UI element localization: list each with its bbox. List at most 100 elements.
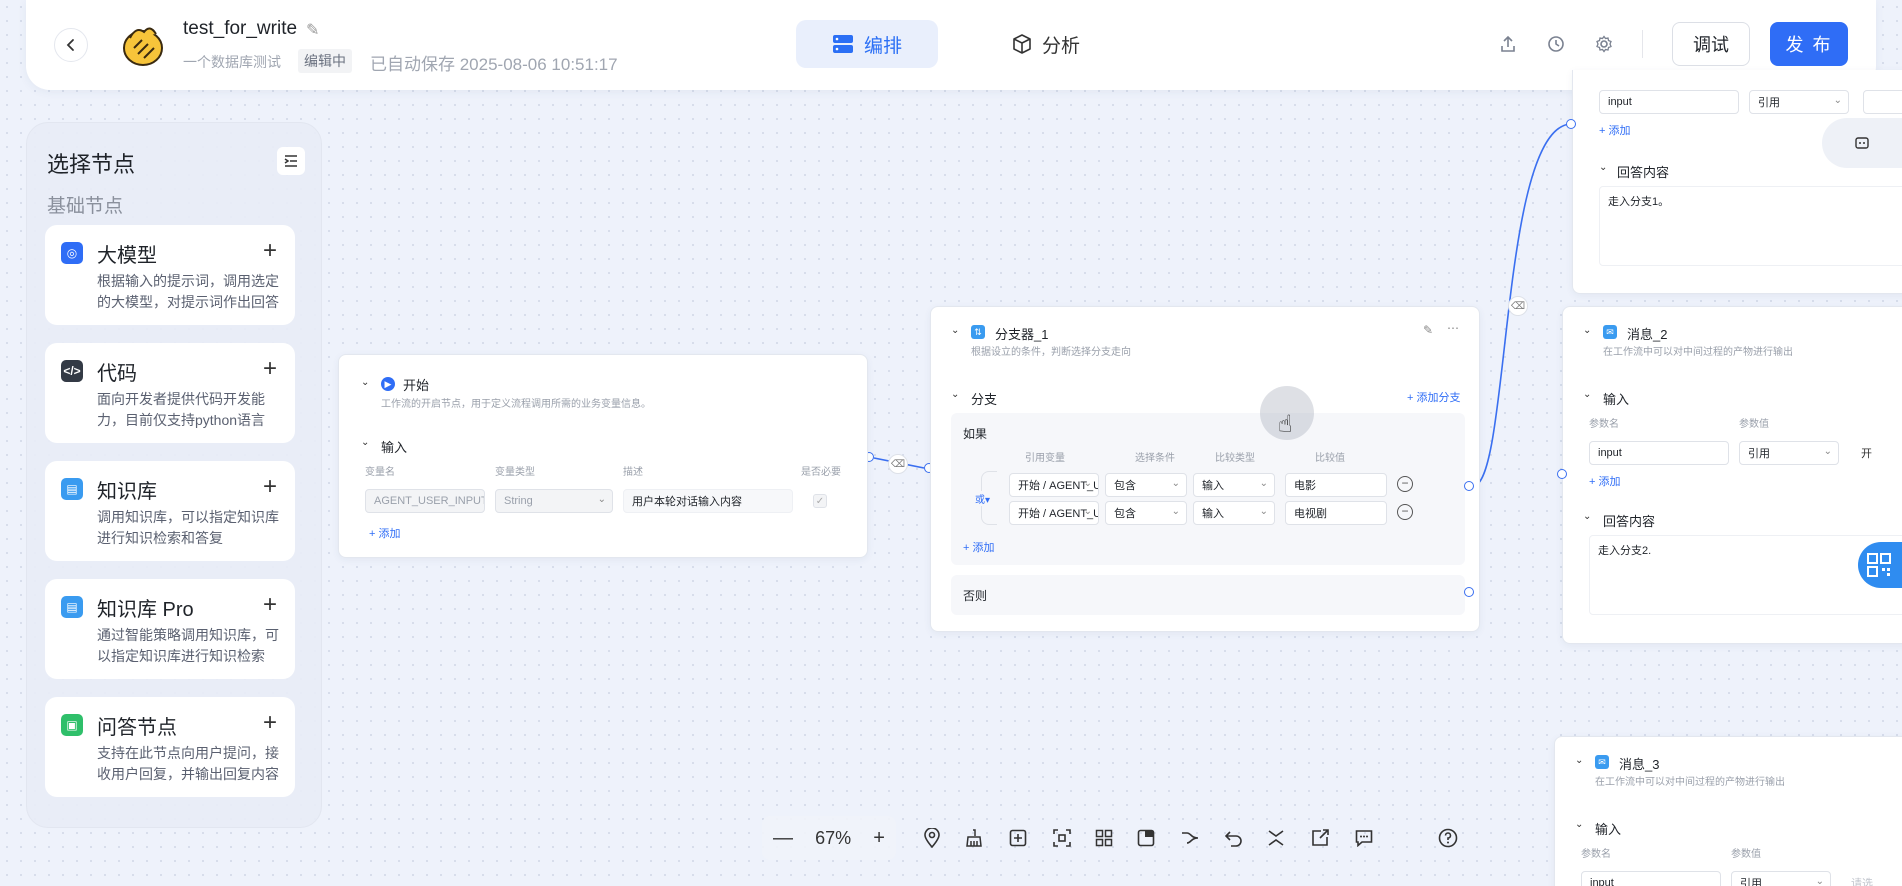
param-value-partial[interactable]: 开	[1861, 445, 1872, 461]
var-desc-input[interactable]: 用户本轮对话输入内容	[623, 489, 793, 513]
add-branch-link[interactable]: + 添加分支	[1407, 389, 1460, 405]
collapse-chevron-icon[interactable]: ⌄	[361, 377, 369, 388]
col-header: 变量类型	[495, 467, 535, 478]
collapse-chevron-icon[interactable]: ⌄	[1599, 162, 1607, 173]
param-value-placeholder[interactable]: 请选	[1851, 875, 1873, 886]
input-section-label: 输入	[1595, 822, 1622, 837]
add-label: 添加	[1608, 125, 1631, 137]
locate-icon[interactable]	[920, 826, 944, 850]
chevron-down-icon: ⌄	[1083, 478, 1092, 489]
var-type-select: String ⌄	[495, 489, 613, 513]
logic-toggle[interactable]: 或▾	[973, 491, 993, 506]
edit-icon[interactable]: ✎	[1423, 323, 1433, 337]
if-block: 如果 引用变量 选择条件 比较类型 比较值 或▾ 开始 / AGENT_USER…	[951, 413, 1465, 565]
message-1-input-port[interactable]	[1566, 119, 1576, 129]
zoom-out-button[interactable]: —	[773, 827, 793, 850]
input-section-label: 输入	[381, 440, 408, 455]
collapse-chevron-icon[interactable]: ⌄	[1583, 511, 1591, 522]
minimap-icon[interactable]	[1134, 826, 1158, 850]
col-header: 比较值	[1315, 453, 1345, 464]
clean-brush-icon[interactable]	[962, 826, 986, 850]
qr-code-icon	[1867, 553, 1891, 577]
help-icon[interactable]	[1436, 826, 1460, 850]
start-node[interactable]: ⌄ ▶ 开始 工作流的开启节点，用于定义流程调用所需的业务变量信息。 ⌄ 输入 …	[338, 354, 868, 558]
more-icon[interactable]: ⋯	[1447, 321, 1459, 335]
answer-section-label: 回答内容	[1617, 165, 1670, 180]
param-value-select[interactable]	[1863, 90, 1902, 114]
export-icon[interactable]	[1308, 826, 1332, 850]
add-condition-link[interactable]: + 添加	[963, 539, 994, 555]
cond-op: 包含	[1114, 508, 1136, 520]
message-2-desc: 在工作流中可以对中间过程的产物进行输出	[1603, 347, 1793, 358]
add-node-icon[interactable]	[1006, 826, 1030, 850]
cond-type: 输入	[1202, 480, 1224, 492]
collapse-chevron-icon[interactable]: ⌄	[951, 325, 959, 336]
col-header: 比较类型	[1215, 453, 1255, 464]
answer-textarea[interactable]: 走入分支1。	[1599, 186, 1902, 266]
else-output-port[interactable]	[1464, 587, 1474, 597]
side-panel-toggle[interactable]	[1822, 118, 1902, 168]
cond-type: 输入	[1202, 508, 1224, 520]
edge-style-icon[interactable]	[1178, 826, 1202, 850]
remove-condition-icon[interactable]: −	[1397, 476, 1413, 492]
branch-node[interactable]: ⌄ ⇅ 分支器_1 ✎ ⋯ 根据设立的条件，判断选择分支走向 ⌄ 分支 + 添加…	[930, 306, 1480, 632]
param-name-input[interactable]: input	[1581, 871, 1721, 886]
condition-var-select[interactable]: 开始 / AGENT_USER_INPUT⌄	[1009, 473, 1099, 497]
chevron-down-icon: ⌄	[1823, 446, 1832, 457]
param-source-value: 引用	[1758, 97, 1780, 109]
collapse-chevron-icon[interactable]: ⌄	[1575, 819, 1583, 830]
zoom-level: 67%	[815, 827, 852, 848]
add-param-link[interactable]: + 添加	[1589, 473, 1620, 489]
collapse-chevron-icon[interactable]: ⌄	[1583, 325, 1591, 336]
collapse-chevron-icon[interactable]: ⌄	[1583, 389, 1591, 400]
fit-view-icon[interactable]	[1050, 826, 1074, 850]
message-2-node[interactable]: ⌄ ✉ 消息_2 在工作流中可以对中间过程的产物进行输出 ⌄ 输入 参数名 参数…	[1562, 306, 1902, 644]
branch-icon: ⇅	[971, 325, 985, 339]
if-output-port[interactable]	[1464, 481, 1474, 491]
cond-op: 包含	[1114, 480, 1136, 492]
chevron-down-icon: ⌄	[1259, 506, 1268, 517]
qr-code-button[interactable]	[1858, 542, 1902, 588]
message-2-input-port[interactable]	[1557, 469, 1567, 479]
condition-type-select[interactable]: 输入 ⌄	[1193, 501, 1275, 525]
col-header: 是否必要	[801, 467, 841, 478]
param-source-select[interactable]: 引用 ⌄	[1731, 871, 1831, 886]
condition-op-select[interactable]: 包含 ⌄	[1105, 501, 1187, 525]
if-label: 如果	[963, 427, 988, 441]
chevron-down-icon: ⌄	[1815, 876, 1824, 886]
collapse-chevron-icon[interactable]: ⌄	[361, 437, 369, 448]
message-3-title: 消息_3	[1619, 757, 1660, 772]
condition-var-select[interactable]: 开始 / AGENT_USER_INPUT⌄	[1009, 501, 1099, 525]
zoom-in-button[interactable]: +	[873, 827, 885, 850]
connection-delete-icon[interactable]: ⌫	[1508, 296, 1528, 316]
add-param-link[interactable]: + 添加	[1599, 122, 1630, 138]
input-section-label: 输入	[1603, 392, 1630, 407]
col-header: 描述	[623, 467, 643, 478]
collapse-all-icon[interactable]	[1264, 826, 1288, 850]
chevron-down-icon: ⌄	[1083, 506, 1092, 517]
message-3-node[interactable]: ⌄ ✉ 消息_3 在工作流中可以对中间过程的产物进行输出 ⌄ 输入 参数名 参数…	[1554, 736, 1902, 886]
condition-op-select[interactable]: 包含 ⌄	[1105, 473, 1187, 497]
collapse-chevron-icon[interactable]: ⌄	[951, 389, 959, 400]
col-header: 参数名	[1589, 419, 1619, 430]
condition-type-select[interactable]: 输入 ⌄	[1193, 473, 1275, 497]
condition-value-input[interactable]: 电视剧	[1285, 501, 1387, 525]
collapse-chevron-icon[interactable]: ⌄	[1575, 755, 1583, 766]
message-3-desc: 在工作流中可以对中间过程的产物进行输出	[1595, 777, 1785, 788]
undo-icon[interactable]	[1222, 826, 1246, 850]
comment-icon[interactable]	[1352, 826, 1376, 850]
param-name-input[interactable]: input	[1589, 441, 1729, 465]
zoom-control: — 67% +	[762, 816, 896, 860]
param-source-select[interactable]: 引用 ⌄	[1739, 441, 1839, 465]
answer-textarea[interactable]: 走入分支2.	[1589, 535, 1902, 615]
remove-condition-icon[interactable]: −	[1397, 504, 1413, 520]
add-label: 添加	[378, 528, 401, 540]
required-checkbox: ✓	[813, 494, 827, 508]
message-1-node[interactable]: input 引用 ⌄ + 添加 ⌄ 回答内容 走入分支1。	[1572, 70, 1902, 294]
layout-grid-icon[interactable]	[1092, 826, 1116, 850]
connection-delete-icon[interactable]: ⌫	[888, 454, 908, 474]
param-name-input[interactable]: input	[1599, 90, 1739, 114]
condition-value-input[interactable]: 电影	[1285, 473, 1387, 497]
add-variable-link[interactable]: + 添加	[369, 525, 400, 541]
param-source-select[interactable]: 引用 ⌄	[1749, 90, 1849, 114]
